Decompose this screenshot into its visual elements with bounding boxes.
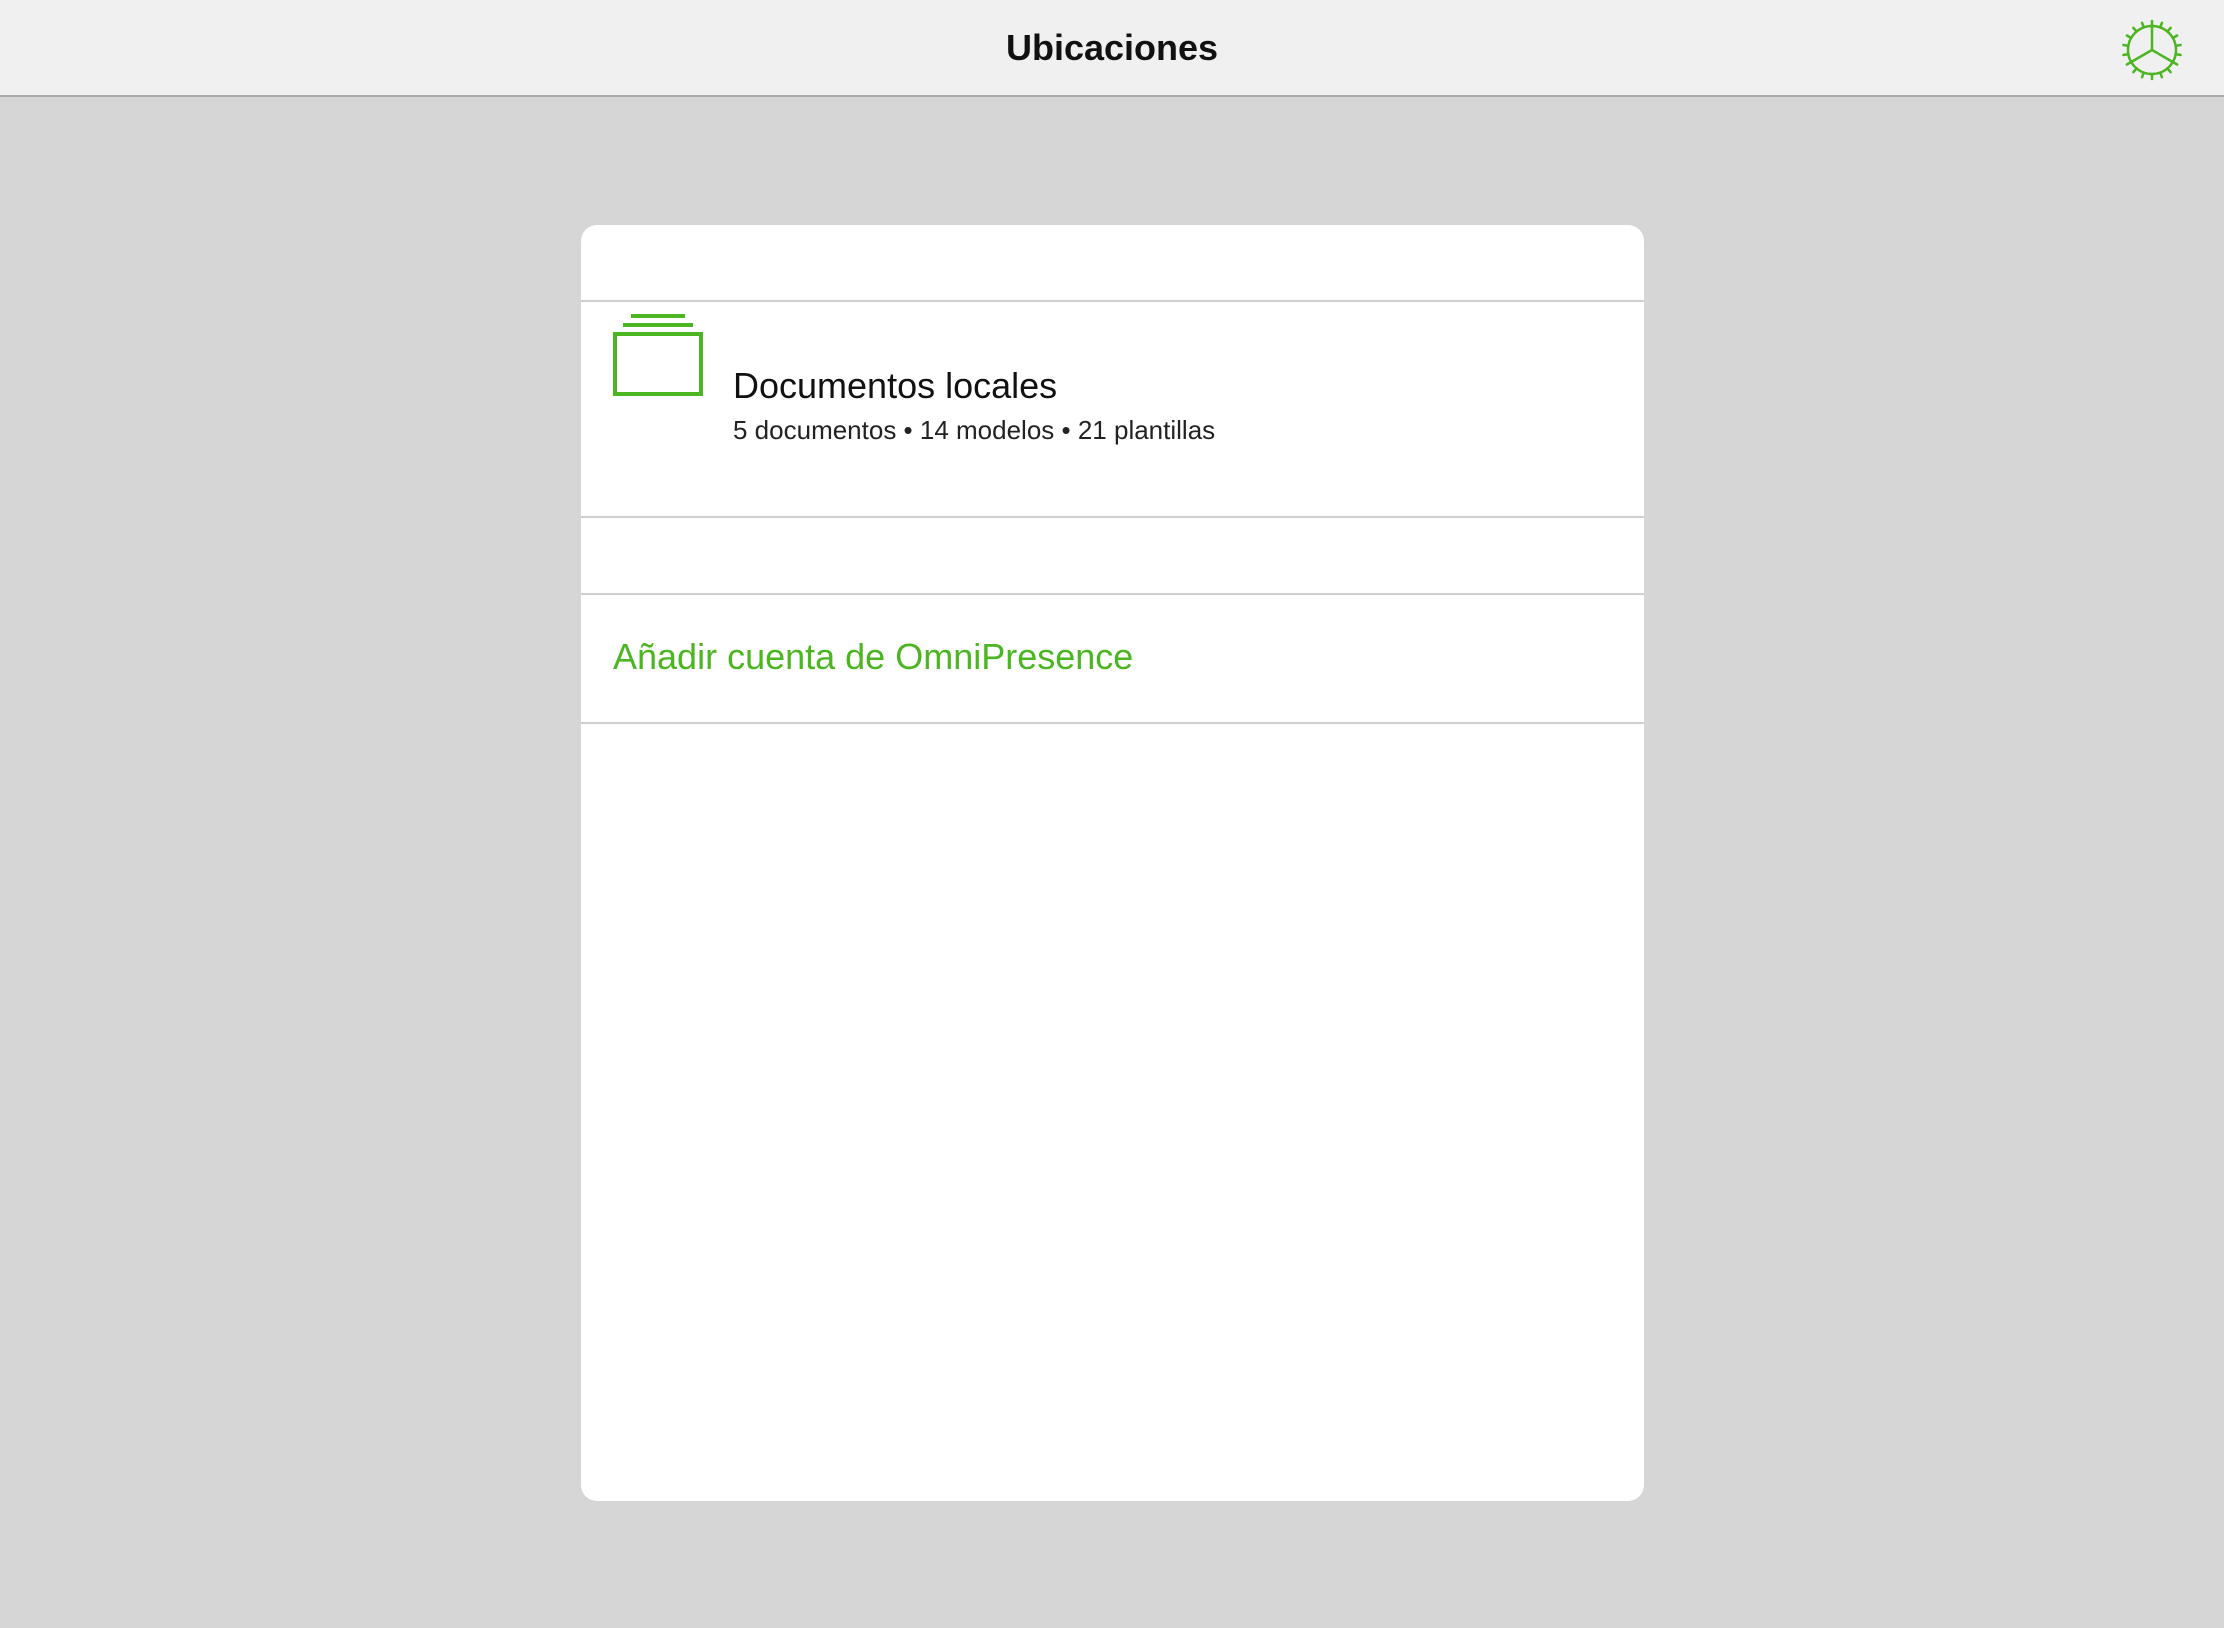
local-documents-title: Documentos locales — [733, 365, 1058, 406]
separator — [581, 722, 1644, 724]
locations-card: Documentos locales 5 documentos • 14 mod… — [581, 225, 1644, 1501]
add-account-label: Añadir cuenta de OmniPresence — [613, 636, 1134, 677]
folder-stack-icon — [613, 313, 703, 397]
local-documents-summary: 5 documentos • 14 modelos • 21 plantilla… — [733, 415, 1216, 445]
add-omnipresence-account-button[interactable]: Añadir cuenta de OmniPresence — [581, 595, 1644, 722]
separator — [581, 516, 1644, 518]
gear-icon — [2120, 18, 2184, 82]
navigation-bar: Ubicaciones — [0, 0, 2224, 97]
settings-button[interactable] — [2120, 18, 2184, 82]
page-title: Ubicaciones — [1005, 27, 1219, 68]
